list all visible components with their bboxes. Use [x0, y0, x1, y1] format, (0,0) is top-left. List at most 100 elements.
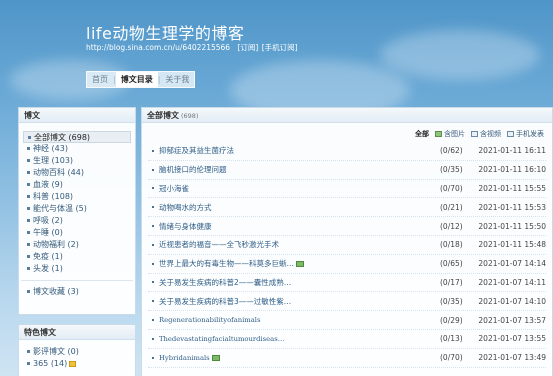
sidebar-item-favorites[interactable]: 博文收藏 (3) [23, 286, 131, 298]
mobile-subscribe-link[interactable]: [手机订阅] [262, 43, 298, 52]
post-timestamp: 2021-01-07 13:55 [478, 334, 546, 344]
picture-icon [211, 354, 220, 361]
post-comment-read-count: (0/35) [440, 296, 463, 306]
nav-home[interactable]: 首页 [87, 72, 113, 87]
post-title: Hybridanimals [159, 353, 210, 362]
post-title: 世界上最大的有毒生物——科莫多巨蜥… [159, 259, 294, 269]
post-comment-read-count: (0/17) [440, 277, 463, 287]
post-title-link[interactable]: 情绪与身体健康 [159, 221, 440, 232]
post-timestamp: 2021-01-11 15:53 [478, 202, 546, 212]
sidebar-item-label: 头发 (1) [33, 264, 63, 273]
bullet-icon [27, 195, 30, 198]
bullet-icon [27, 350, 30, 353]
sidebar-item-blood[interactable]: 血液 (9) [23, 179, 131, 191]
sidebar-item-label: 午睡 (0) [33, 228, 63, 237]
sidebar-item-all[interactable]: 全部博文 (698) [23, 131, 131, 143]
sidebar-favorites-list: 博文收藏 (3) [19, 286, 135, 298]
bullet-icon [152, 168, 154, 171]
cloud-decoration [380, 30, 540, 80]
post-comment-read-count: (0/35) [440, 165, 463, 175]
featured-item-reviews[interactable]: 影评博文 (0) [23, 346, 131, 358]
sidebar-item-neuro[interactable]: 神经 (43) [23, 143, 131, 155]
post-comment-read-count: (0/13) [440, 334, 463, 344]
sidebar-item-animal-wiki[interactable]: 动物百科 (44) [23, 167, 131, 179]
bullet-icon [27, 159, 30, 162]
featured-posts-panel: 特色博文 影评博文 (0) 365 (14) [18, 324, 136, 376]
post-row: Thedevastatingfacialtumourdiseas… (0/13) 2… [148, 330, 546, 349]
sidebar-item-label: 动物福利 (2) [33, 240, 79, 249]
post-title: Regenerationabilityofanimals [159, 316, 261, 325]
post-timestamp: 2021-01-11 16:11 [478, 146, 546, 156]
blog-nav: 首页 | 博文目录 | 关于我 [86, 71, 196, 88]
post-title-link[interactable]: Regenerationabilityofanimals [159, 316, 440, 324]
sidebar-item-hair[interactable]: 头发 (1) [23, 263, 131, 275]
post-comment-read-count: (0/21) [440, 202, 463, 212]
filter-pics[interactable]: 含图片 [435, 129, 465, 139]
post-title-link[interactable]: Thedevastatingfacialtumourdiseas… [159, 335, 440, 343]
post-comment-read-count: (0/70) [440, 183, 463, 193]
featured-posts-title: 特色博文 [19, 325, 135, 340]
sidebar-item-label: 全部博文 (698) [34, 133, 91, 142]
bullet-icon [27, 362, 30, 365]
sidebar-item-nap[interactable]: 午睡 (0) [23, 227, 131, 239]
filter-videos[interactable]: 含视频 [471, 129, 501, 139]
featured-item-365[interactable]: 365 (14) [23, 358, 131, 370]
bullet-icon [152, 337, 154, 340]
post-timestamp: 2021-01-11 15:48 [478, 240, 546, 250]
sidebar-category-list: 全部博文 (698) 神经 (43) 生理 (103) 动物百科 (44) 血液… [19, 123, 135, 275]
sidebar-item-respiration[interactable]: 呼吸 (2) [23, 215, 131, 227]
emoticon-icon [69, 360, 77, 367]
sidebar-item-label: 动物百科 (44) [33, 168, 84, 177]
blog-url[interactable]: http://blog.sina.com.cn/u/6402215566 [86, 43, 230, 52]
post-title-link[interactable]: 抑郁症及其益生菌疗法 [159, 145, 440, 156]
post-title-link[interactable]: 近视患者的福音——全飞秒激光手术 [159, 239, 440, 250]
main-posts-count: (698) [181, 112, 199, 120]
main-posts-panel: 全部博文 (698) 全部 含图片 含视频 手机发表 抑郁症及其益生菌疗法 (0/6… [141, 107, 553, 376]
filter-all[interactable]: 全部 [415, 129, 429, 139]
sidebar-item-label: 博文收藏 (3) [33, 287, 79, 296]
nav-about[interactable]: 关于我 [160, 72, 194, 87]
post-title: Thedevastatingfacialtumourdiseas… [159, 334, 285, 343]
blog-page: { "header": { "title": "life动物生理学的博客", "… [0, 0, 553, 376]
sidebar-item-welfare[interactable]: 动物福利 (2) [23, 239, 131, 251]
post-title-link[interactable]: 脑机接口的伦理问题 [159, 164, 440, 175]
sidebar-item-science[interactable]: 科普 (108) [23, 191, 131, 203]
blog-title[interactable]: life动物生理学的博客 [86, 20, 244, 44]
sidebar-item-energy[interactable]: 能代与体温 (5) [23, 203, 131, 215]
post-row: 情绪与身体健康 (0/12) 2021-01-11 15:50 [148, 217, 546, 236]
post-comment-read-count: (0/29) [440, 315, 463, 325]
sidebar-item-immunity[interactable]: 免疫 (1) [23, 251, 131, 263]
bullet-icon [27, 207, 30, 210]
sidebar-item-label: 呼吸 (2) [33, 216, 63, 225]
nav-catalog[interactable]: 博文目录 [115, 72, 158, 87]
sidebar-posts-title: 博文 [19, 108, 135, 123]
post-timestamp: 2021-01-07 14:11 [478, 277, 546, 287]
sidebar-item-label: 血液 (9) [33, 180, 63, 189]
post-comment-read-count: (0/65) [440, 259, 463, 269]
post-title: 动物喝水的方式 [159, 202, 212, 212]
filter-mobile[interactable]: 手机发表 [507, 129, 544, 139]
bullet-icon [27, 267, 30, 270]
sidebar-item-physiology[interactable]: 生理 (103) [23, 155, 131, 167]
post-title-link[interactable]: 动物喝水的方式 [159, 202, 440, 213]
featured-item-label: 365 (14) [33, 359, 68, 368]
post-title-link[interactable]: Hybridanimals [159, 354, 440, 362]
bullet-icon [152, 225, 154, 228]
post-title-link[interactable]: 世界上最大的有毒生物——科莫多巨蜥… [159, 258, 440, 269]
subscribe-link[interactable]: [订阅] [237, 43, 258, 52]
bullet-icon [152, 300, 154, 303]
post-timestamp: 2021-01-07 13:57 [478, 315, 546, 325]
bullet-icon [152, 319, 154, 322]
bullet-icon [27, 147, 30, 150]
post-timestamp: 2021-01-07 14:10 [478, 296, 546, 306]
featured-list: 影评博文 (0) 365 (14) [19, 340, 135, 370]
post-title-link[interactable]: 冠小海雀 [159, 183, 440, 194]
bullet-icon [152, 187, 154, 190]
post-title: 抑郁症及其益生菌疗法 [159, 146, 234, 156]
post-row: 近视患者的福音——全飞秒激光手术 (0/18) 2021-01-11 15:48 [148, 236, 546, 255]
bullet-icon [152, 262, 154, 265]
bullet-icon [152, 149, 154, 152]
post-title-link[interactable]: 关于易发生疾病的科普2——囊性成熟… [159, 277, 440, 288]
bullet-icon [27, 255, 30, 258]
post-title-link[interactable]: 关于易发生疾病的科普3——过敏性紫… [159, 296, 440, 307]
